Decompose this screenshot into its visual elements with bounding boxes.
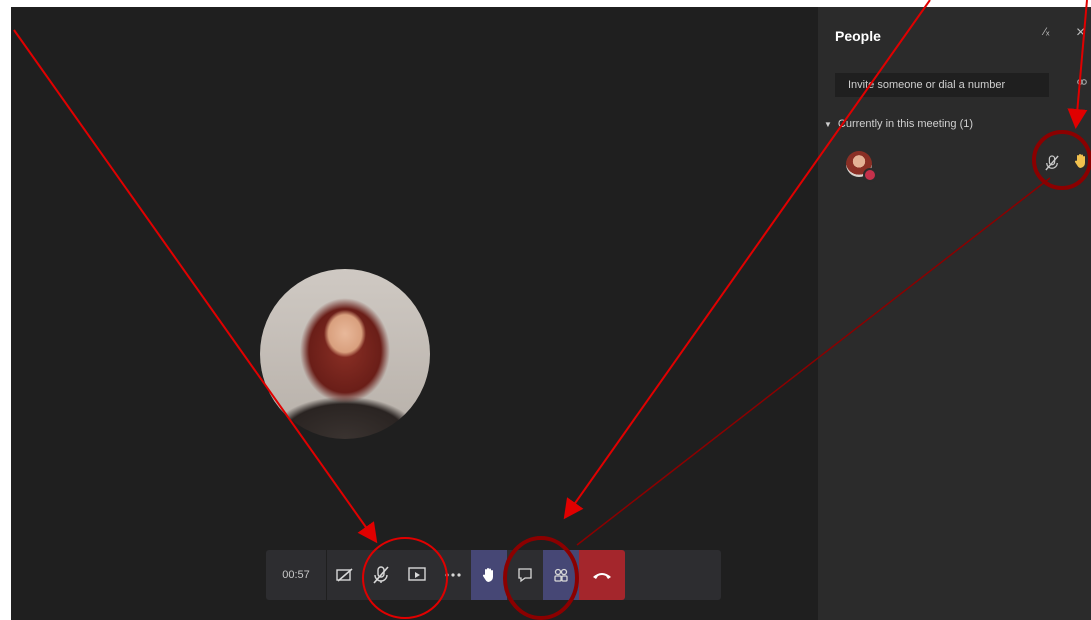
participants-section-header[interactable]: ▼ Currently in this meeting (1)	[824, 118, 973, 130]
video-stage: 00:57	[11, 7, 818, 620]
participant-video-avatar	[260, 269, 430, 439]
caret-down-icon: ▼	[824, 120, 832, 129]
participant-row[interactable]	[833, 147, 1091, 183]
pop-out-icon[interactable]: ⁄ₓ	[1044, 26, 1049, 38]
show-conversation-button[interactable]	[507, 550, 543, 600]
hang-up-button[interactable]	[579, 550, 625, 600]
people-icon	[553, 567, 569, 583]
camera-off-icon	[336, 568, 354, 582]
status-badge	[863, 168, 877, 182]
chat-icon	[517, 567, 533, 583]
more-actions-button[interactable]	[435, 550, 471, 600]
close-icon[interactable]: ×	[1076, 24, 1085, 42]
share-screen-button[interactable]	[399, 550, 435, 600]
share-link-icon[interactable]	[1077, 77, 1087, 90]
call-timer: 00:57	[282, 569, 310, 581]
people-panel: People ⁄ₓ × ▼ Currently in this meeting (…	[818, 7, 1091, 620]
panel-title: People	[835, 28, 881, 44]
participant-raised-hand-icon	[1074, 153, 1088, 174]
invite-input[interactable]	[835, 73, 1049, 97]
camera-off-button[interactable]	[327, 550, 363, 600]
participant-mic-off-icon	[1045, 155, 1059, 176]
mic-toggle-button[interactable]	[363, 550, 399, 600]
call-controls-toolbar: 00:57	[266, 550, 721, 600]
phone-hangup-icon	[592, 570, 612, 580]
meeting-window: 00:57 People ⁄ₓ × Invite someone or dial…	[11, 7, 1091, 620]
share-screen-icon	[408, 567, 426, 583]
section-header-label: Currently in this meeting (1)	[837, 118, 974, 130]
mic-off-icon	[373, 566, 389, 584]
raise-hand-button[interactable]	[471, 550, 507, 600]
show-participants-button[interactable]	[543, 550, 579, 600]
hand-icon	[482, 567, 496, 583]
ellipsis-icon	[445, 573, 461, 577]
